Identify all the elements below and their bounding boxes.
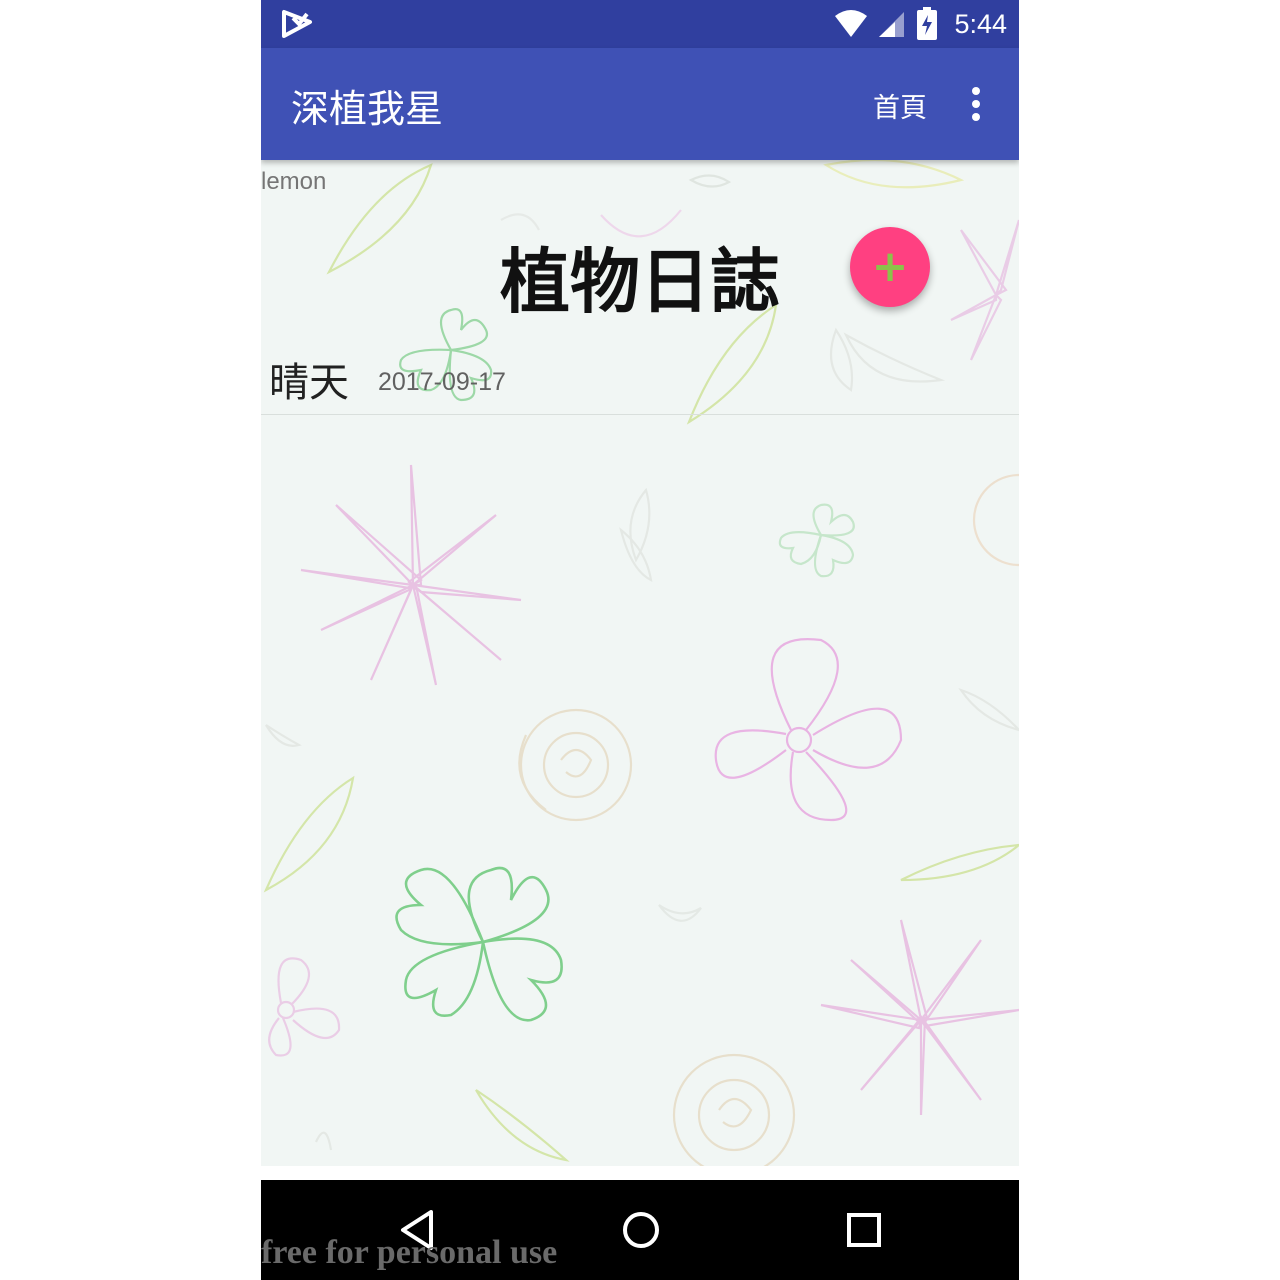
- entry-weather: 晴天: [269, 360, 349, 406]
- status-time: 5:44: [954, 8, 1007, 39]
- add-entry-button[interactable]: +: [850, 227, 930, 307]
- app-bar: 深植我星 首頁: [261, 48, 1019, 160]
- username-label: lemon: [261, 168, 327, 195]
- battery-charging-icon: [917, 7, 938, 40]
- entry-date: 2017-09-17: [378, 368, 506, 396]
- watermark-text: free for personal use: [261, 1234, 558, 1271]
- add-icon: +: [871, 241, 909, 292]
- journal-content: lemon 植物日誌 + 晴天 2017-09-17: [261, 160, 1019, 1166]
- list-item[interactable]: 晴天 2017-09-17: [261, 338, 1019, 415]
- more-vert-icon[interactable]: [961, 84, 991, 124]
- app-notification-icon: [282, 10, 312, 38]
- signal-icon: [879, 12, 905, 37]
- recents-icon[interactable]: [838, 1204, 890, 1256]
- home-action-button[interactable]: 首頁: [873, 86, 927, 125]
- phone-screen: 5:44 深植我星 首頁 lemon 植物日誌 + 晴天 2017-09-17 …: [261, 0, 1019, 1280]
- status-bar: 5:44: [261, 0, 1019, 48]
- home-icon[interactable]: [615, 1204, 667, 1256]
- app-title: 深植我星: [291, 87, 444, 131]
- wifi-icon: [835, 10, 868, 37]
- status-icons: 5:44: [834, 0, 1007, 48]
